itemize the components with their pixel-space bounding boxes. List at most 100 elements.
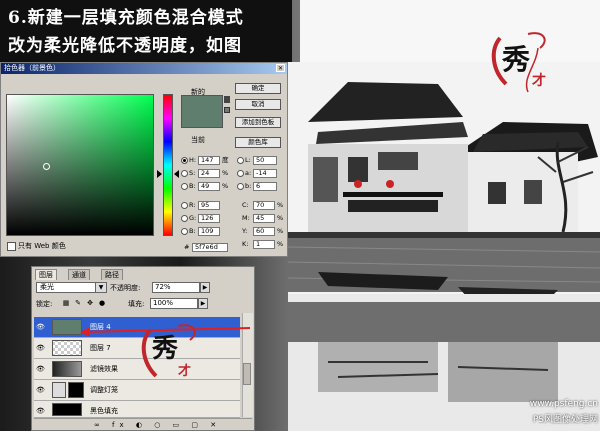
hex-label: # (184, 243, 190, 251)
caption-line-1: 6.新建一层填充颜色混合模式 (8, 8, 244, 28)
fill-input[interactable]: 100% (150, 298, 198, 309)
opacity-label: 不透明度: (110, 284, 141, 292)
hue-arrow-left-icon[interactable] (157, 170, 162, 178)
layer-thumbnail (52, 319, 82, 335)
cyan-unit: % (277, 201, 284, 209)
layer-row[interactable]: 👁 滤镜效果 (34, 359, 240, 380)
scrollbar-thumb[interactable] (243, 363, 251, 385)
layer-thumbnail (52, 340, 82, 356)
brightness-radio[interactable]: B: (181, 182, 196, 191)
cyan-label: C: (242, 201, 249, 209)
hex-field[interactable]: 5f7e6d (192, 243, 228, 252)
magenta-field[interactable]: 45 (253, 214, 275, 223)
brightness-field[interactable]: 49 (198, 182, 220, 191)
gamut-warning-icon[interactable] (224, 96, 230, 103)
checkbox-box[interactable] (7, 241, 16, 251)
xiu-logo: 秀 才 (488, 26, 558, 96)
hue-slider[interactable] (163, 94, 173, 236)
xiu-overlay-character: 秀 (152, 334, 179, 364)
lock-transparency-icon[interactable]: ▦ (62, 299, 70, 307)
site-watermark: www.psfeng.cn PS风图像处理网 (432, 396, 598, 430)
lock-paint-icon[interactable]: ✎ (74, 299, 82, 307)
color-picker-dialog: 拾色器（前景色） ✕ 只有 Web 颜色 新的 当前 确定 取消 添加到色板 颜… (0, 62, 288, 257)
current-color-label: 当前 (191, 136, 205, 144)
opacity-arrow-icon[interactable]: ▶ (200, 282, 210, 293)
saturation-brightness-field[interactable] (6, 94, 154, 236)
magenta-unit: % (277, 214, 284, 222)
layer-name: 调整灯笼 (90, 386, 118, 394)
color-picker-title: 拾色器（前景色） (1, 63, 287, 74)
eye-icon[interactable]: 👁 (36, 386, 46, 394)
green-radio[interactable]: G: (181, 214, 196, 223)
saturation-radio[interactable]: S: (181, 169, 195, 178)
black-field[interactable]: 1 (253, 240, 275, 249)
tutorial-caption: 6.新建一层填充颜色混合模式 改为柔光降低不透明度，如图 (8, 4, 288, 60)
layer-thumbnail (52, 361, 82, 377)
xiu-character: 秀 (502, 43, 531, 76)
tab-channels[interactable]: 通道 (68, 269, 90, 280)
web-only-checkbox[interactable]: 只有 Web 颜色 (7, 241, 66, 251)
lock-move-icon[interactable]: ✥ (86, 299, 94, 307)
green-field[interactable]: 126 (198, 214, 220, 223)
watermark-name: PS风图像处理网 (532, 415, 598, 425)
hue-radio[interactable]: H: (181, 156, 196, 165)
lock-label: 锁定: (36, 300, 53, 308)
red-radio[interactable]: R: (181, 201, 196, 210)
layer-row[interactable]: 👁 黑色填充 (34, 401, 240, 418)
hue-unit: 度 (222, 156, 229, 164)
color-libraries-button[interactable]: 颜色库 (235, 137, 281, 148)
tab-paths[interactable]: 路径 (101, 269, 123, 280)
web-safe-cube-icon[interactable] (224, 107, 230, 113)
lab-b-field[interactable]: 6 (253, 182, 277, 191)
village-photo (288, 62, 600, 431)
layer-name: 滤镜效果 (90, 365, 118, 373)
hue-field[interactable]: 147 (198, 156, 220, 165)
saturation-field[interactable]: 24 (198, 169, 220, 178)
xiu-logo-overlay: 秀 才 (138, 318, 208, 388)
cai-character: 才 (532, 73, 546, 89)
saturation-unit: % (222, 169, 229, 177)
layer-mask-thumbnail (68, 382, 84, 398)
lab-a-radio[interactable]: a: (237, 169, 251, 178)
yellow-unit: % (277, 227, 284, 235)
new-color-swatch (181, 95, 223, 128)
red-field[interactable]: 95 (198, 201, 220, 210)
yellow-field[interactable]: 60 (253, 227, 275, 236)
lab-a-field[interactable]: -14 (253, 169, 277, 178)
lock-all-icon[interactable]: ● (98, 299, 106, 307)
yellow-label: Y: (242, 227, 248, 235)
eye-icon[interactable]: 👁 (36, 407, 46, 415)
eye-icon[interactable]: 👁 (36, 323, 46, 331)
adjustment-icon (52, 382, 66, 398)
black-unit: % (277, 240, 284, 248)
layer-row[interactable]: 👁 调整灯笼 (34, 380, 240, 401)
cai-overlay-character: 才 (178, 364, 192, 379)
add-to-swatches-button[interactable]: 添加到色板 (235, 117, 281, 128)
opacity-input[interactable]: 72% (152, 282, 200, 293)
lab-l-field[interactable]: 50 (253, 156, 277, 165)
eye-icon[interactable]: 👁 (36, 344, 46, 352)
ok-button[interactable]: 确定 (235, 83, 281, 94)
cancel-button[interactable]: 取消 (235, 99, 281, 110)
eye-icon[interactable]: 👁 (36, 365, 46, 373)
lab-b-radio[interactable]: b: (237, 182, 251, 191)
color-marker[interactable] (43, 163, 50, 170)
layer-bottom-toolbar[interactable]: ∞ fx ◐ ○ ▭ ▢ ✕ (34, 418, 252, 430)
watermark-url: www.psfeng.cn (529, 399, 598, 409)
fill-label: 填充: (128, 300, 145, 308)
blue-radio[interactable]: B: (181, 227, 196, 236)
caption-line-2: 改为柔光降低不透明度，如图 (8, 36, 242, 56)
black-label: K: (242, 240, 249, 248)
chevron-down-icon[interactable]: ▼ (95, 282, 107, 293)
blue-field[interactable]: 109 (198, 227, 220, 236)
fill-arrow-icon[interactable]: ▶ (198, 298, 208, 309)
village-illustration (288, 62, 600, 431)
layer-name: 黑色填充 (90, 407, 118, 415)
close-icon[interactable]: ✕ (276, 64, 285, 72)
magenta-label: M: (242, 214, 250, 222)
cyan-field[interactable]: 70 (253, 201, 275, 210)
web-only-label: 只有 Web 颜色 (18, 242, 66, 250)
hue-arrow-right-icon[interactable] (174, 170, 179, 178)
tab-layers[interactable]: 图层 (35, 269, 57, 280)
lab-l-radio[interactable]: L: (237, 156, 251, 165)
